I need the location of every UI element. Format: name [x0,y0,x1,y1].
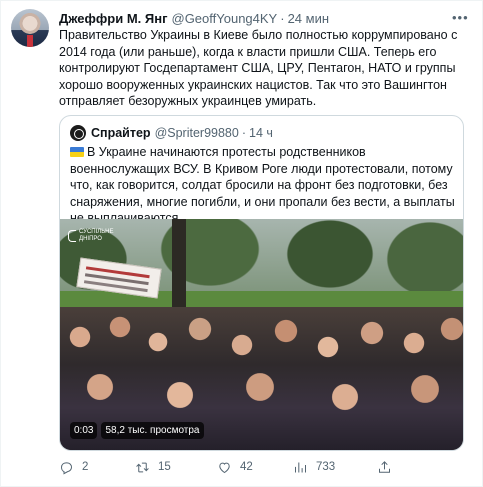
quote-author-avatar [70,125,86,141]
share-icon [379,460,390,473]
ukraine-flag-icon [70,147,84,157]
action-bar: 2 15 42 733 [59,457,469,477]
video-stats: 0:03 58,2 тыс. просмотра [70,422,204,439]
reply-button[interactable]: 2 [59,457,88,477]
like-button[interactable]: 42 [217,457,253,477]
tweet-text: Правительство Украины в Киеве было полно… [59,28,458,109]
video-player[interactable]: СУСПІЛЬНЕ ДНІПРО 0:03 58,2 тыс. просмотр… [60,219,463,450]
separator-dot: · [280,10,285,26]
views-icon [295,462,306,472]
quote-author-handle: @Spriter99880 [154,126,239,140]
quote-author-name: Спрайтер [91,126,151,140]
tweet-time[interactable]: 24 мин [288,11,329,26]
tweet-header: Джеффри М. Янг @GeoffYoung4KY · 24 мин [59,9,329,27]
views-count: 733 [316,461,336,473]
heart-icon [219,462,230,473]
channel-logo-line1: СУСПІЛЬНЕ [79,229,114,235]
share-button[interactable] [377,457,392,477]
retweet-icon [136,462,149,472]
channel-logo-text: СУСПІЛЬНЕ ДНІПРО [79,229,113,243]
tweet[interactable]: Джеффри М. Янг @GeoffYoung4KY · 24 мин •… [0,0,483,487]
author-avatar[interactable] [11,9,49,47]
retweet-button[interactable]: 15 [135,457,171,477]
video-duration: 0:03 [70,422,98,439]
author-name[interactable]: Джеффри М. Янг [59,11,168,26]
reply-count: 2 [82,461,89,473]
quote-separator-dot: · [241,126,246,140]
channel-logo-mark [68,230,76,242]
channel-logo: СУСПІЛЬНЕ ДНІПРО [68,229,113,243]
like-count: 42 [240,461,253,473]
quoted-tweet[interactable]: Спрайтер @Spriter99880 · 14 ч В Украине … [59,115,464,451]
quote-time: 14 ч [249,126,273,140]
video-views: 58,2 тыс. просмотра [101,422,204,439]
quote-text: В Украине начинаются протесты родственни… [70,145,455,225]
quote-text-block: В Украине начинаются протесты родственни… [70,144,458,227]
more-icon[interactable]: ••• [452,11,472,25]
views-button[interactable]: 733 [293,457,335,477]
retweet-count: 15 [158,461,171,473]
reply-icon [60,461,73,474]
author-handle[interactable]: @GeoffYoung4KY [172,11,278,26]
channel-logo-line2: ДНІПРО [79,236,102,242]
quote-header: Спрайтер @Spriter99880 · 14 ч [70,124,273,142]
